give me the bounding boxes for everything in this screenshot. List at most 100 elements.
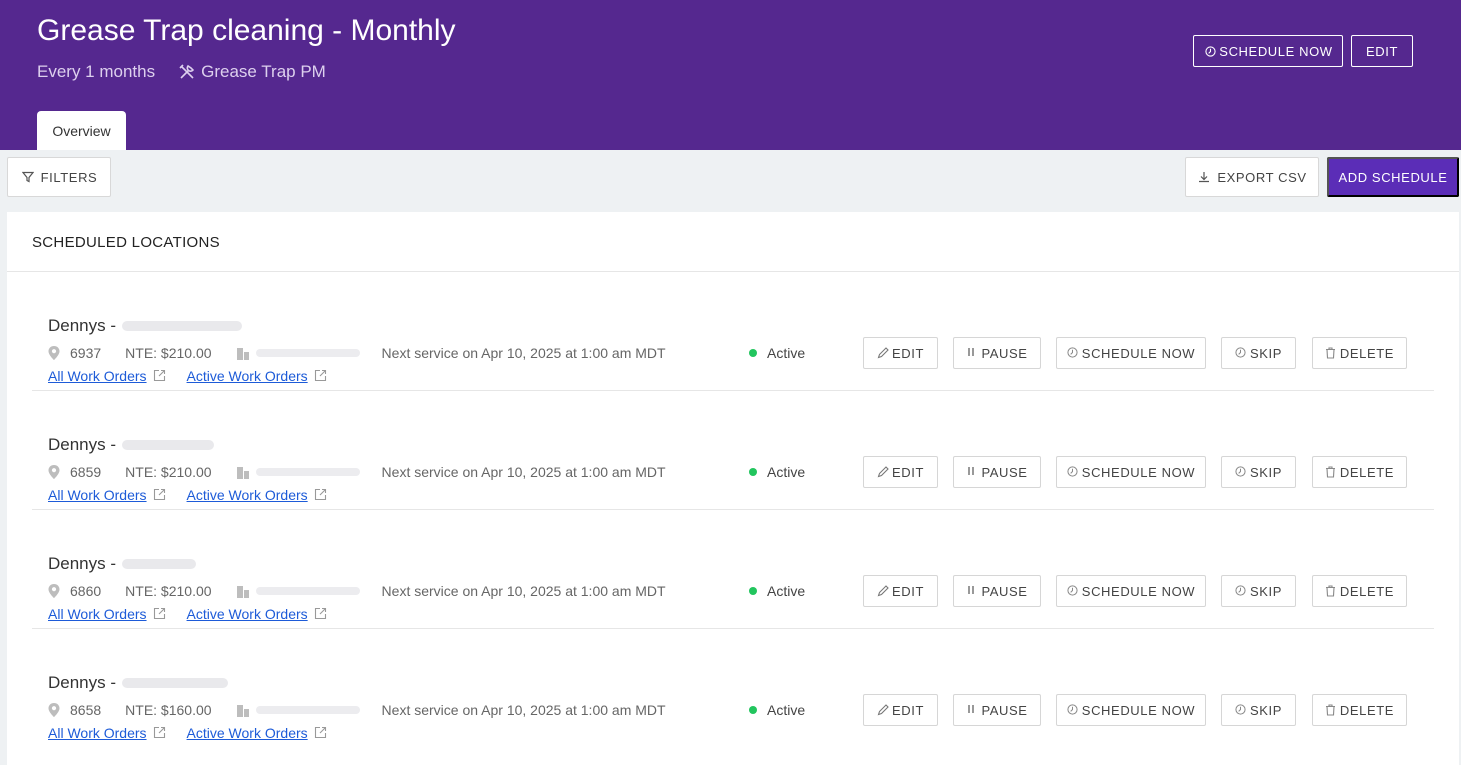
- clock-icon: [1235, 704, 1247, 716]
- delete-button[interactable]: DELETE: [1312, 575, 1407, 607]
- location-name: Dennys -: [48, 673, 229, 693]
- status-text: Active: [767, 464, 806, 480]
- clock-icon: [1235, 347, 1247, 359]
- pause-button[interactable]: PAUSE: [953, 575, 1041, 607]
- location-meta: 8658 NTE: $160.00 Next service on Apr 10…: [48, 702, 666, 718]
- pause-icon: [966, 347, 978, 359]
- delete-button[interactable]: DELETE: [1312, 456, 1407, 488]
- clock-icon: [1067, 704, 1079, 716]
- all-work-orders-link[interactable]: All Work Orders: [48, 487, 147, 503]
- add-schedule-button[interactable]: ADD SCHEDULE: [1327, 157, 1459, 197]
- scheduled-locations-card: SCHEDULED LOCATIONS Dennys - 6937 NTE: $…: [7, 212, 1459, 765]
- location-row: Dennys - 8658 NTE: $160.00 Next service …: [32, 629, 1434, 748]
- download-icon: [1197, 170, 1211, 184]
- location-name-text: Dennys -: [48, 673, 117, 692]
- active-work-orders-link[interactable]: Active Work Orders: [187, 487, 308, 503]
- delete-button[interactable]: DELETE: [1312, 694, 1407, 726]
- all-work-orders-link[interactable]: All Work Orders: [48, 368, 147, 384]
- status-badge: Active: [749, 583, 805, 599]
- edit-button[interactable]: EDIT: [863, 337, 938, 369]
- trash-icon: [1325, 704, 1337, 716]
- location-row: Dennys - 6860 NTE: $210.00 Next service …: [32, 510, 1434, 629]
- edit-button[interactable]: EDIT: [863, 456, 938, 488]
- clock-icon: [1067, 466, 1079, 478]
- delete-button[interactable]: DELETE: [1312, 337, 1407, 369]
- building-icon: [236, 584, 250, 598]
- pencil-icon: [877, 347, 889, 359]
- pause-button[interactable]: PAUSE: [953, 694, 1041, 726]
- schedule-now-button[interactable]: SCHEDULE NOW: [1056, 456, 1206, 488]
- edit-button[interactable]: EDIT: [863, 694, 938, 726]
- skip-button[interactable]: SKIP: [1221, 456, 1296, 488]
- location-name-text: Dennys -: [48, 435, 117, 454]
- next-service-text: Next service on Apr 10, 2025 at 1:00 am …: [381, 345, 666, 361]
- clock-icon: [1235, 466, 1247, 478]
- filters-button[interactable]: FILTERS: [7, 157, 111, 197]
- location-row: Dennys - 6859 NTE: $210.00 Next service …: [32, 391, 1434, 510]
- redacted-vendor: [255, 706, 360, 714]
- filter-icon: [21, 170, 35, 184]
- pause-icon: [966, 466, 978, 478]
- all-work-orders-link[interactable]: All Work Orders: [48, 725, 147, 741]
- schedule-now-button[interactable]: SCHEDULE NOW: [1056, 337, 1206, 369]
- pause-icon: [966, 585, 978, 597]
- export-csv-button[interactable]: EXPORT CSV: [1185, 157, 1319, 197]
- header-schedule-now-button[interactable]: SCHEDULE NOW: [1193, 35, 1343, 67]
- work-order-links: All Work Orders Active Work Orders: [48, 725, 328, 741]
- store-number: 6859: [70, 464, 102, 480]
- skip-button[interactable]: SKIP: [1221, 694, 1296, 726]
- work-order-links: All Work Orders Active Work Orders: [48, 487, 328, 503]
- schedule-now-button[interactable]: SCHEDULE NOW: [1056, 694, 1206, 726]
- status-dot: [749, 587, 757, 595]
- clock-icon: [1235, 585, 1247, 597]
- status-dot: [749, 468, 757, 476]
- location-meta: 6859 NTE: $210.00 Next service on Apr 10…: [48, 464, 666, 480]
- schedule-now-button[interactable]: SCHEDULE NOW: [1056, 575, 1206, 607]
- external-link-icon: [153, 369, 167, 383]
- redacted-vendor: [255, 468, 360, 476]
- status-text: Active: [767, 345, 806, 361]
- redacted-text: [122, 678, 229, 688]
- location-meta: 6860 NTE: $210.00 Next service on Apr 10…: [48, 583, 666, 599]
- active-work-orders-link[interactable]: Active Work Orders: [187, 606, 308, 622]
- skip-button[interactable]: SKIP: [1221, 337, 1296, 369]
- skip-button[interactable]: SKIP: [1221, 575, 1296, 607]
- header-edit-button[interactable]: EDIT: [1351, 35, 1413, 67]
- location-name-text: Dennys -: [48, 554, 117, 573]
- page-title: Grease Trap cleaning - Monthly: [37, 14, 456, 47]
- nte-amount: NTE: $210.00: [125, 464, 212, 480]
- trash-icon: [1325, 466, 1337, 478]
- pause-icon: [966, 704, 978, 716]
- status-dot: [749, 349, 757, 357]
- active-work-orders-link[interactable]: Active Work Orders: [187, 368, 308, 384]
- external-link-icon: [314, 488, 328, 502]
- redacted-text: [122, 321, 243, 331]
- trash-icon: [1325, 347, 1337, 359]
- edit-button[interactable]: EDIT: [863, 575, 938, 607]
- pencil-icon: [877, 585, 889, 597]
- pencil-icon: [877, 466, 889, 478]
- active-work-orders-link[interactable]: Active Work Orders: [187, 725, 308, 741]
- pause-button[interactable]: PAUSE: [953, 337, 1041, 369]
- building-icon: [236, 465, 250, 479]
- tab-overview[interactable]: Overview: [37, 111, 126, 150]
- all-work-orders-link[interactable]: All Work Orders: [48, 606, 147, 622]
- nte-amount: NTE: $210.00: [125, 345, 212, 361]
- status-badge: Active: [749, 345, 805, 361]
- work-order-links: All Work Orders Active Work Orders: [48, 368, 328, 384]
- store-number: 8658: [70, 702, 102, 718]
- external-link-icon: [153, 607, 167, 621]
- pause-button[interactable]: PAUSE: [953, 456, 1041, 488]
- clock-icon: [1203, 44, 1217, 58]
- nte-amount: NTE: $210.00: [125, 583, 212, 599]
- section-title: SCHEDULED LOCATIONS: [32, 234, 220, 251]
- tools-icon: [177, 62, 197, 82]
- work-order-links: All Work Orders Active Work Orders: [48, 606, 328, 622]
- building-icon: [236, 703, 250, 717]
- location-pin-icon: [48, 346, 60, 360]
- external-link-icon: [153, 488, 167, 502]
- redacted-vendor: [255, 587, 360, 595]
- location-name: Dennys -: [48, 435, 215, 455]
- redacted-vendor: [255, 349, 360, 357]
- next-service-text: Next service on Apr 10, 2025 at 1:00 am …: [381, 464, 666, 480]
